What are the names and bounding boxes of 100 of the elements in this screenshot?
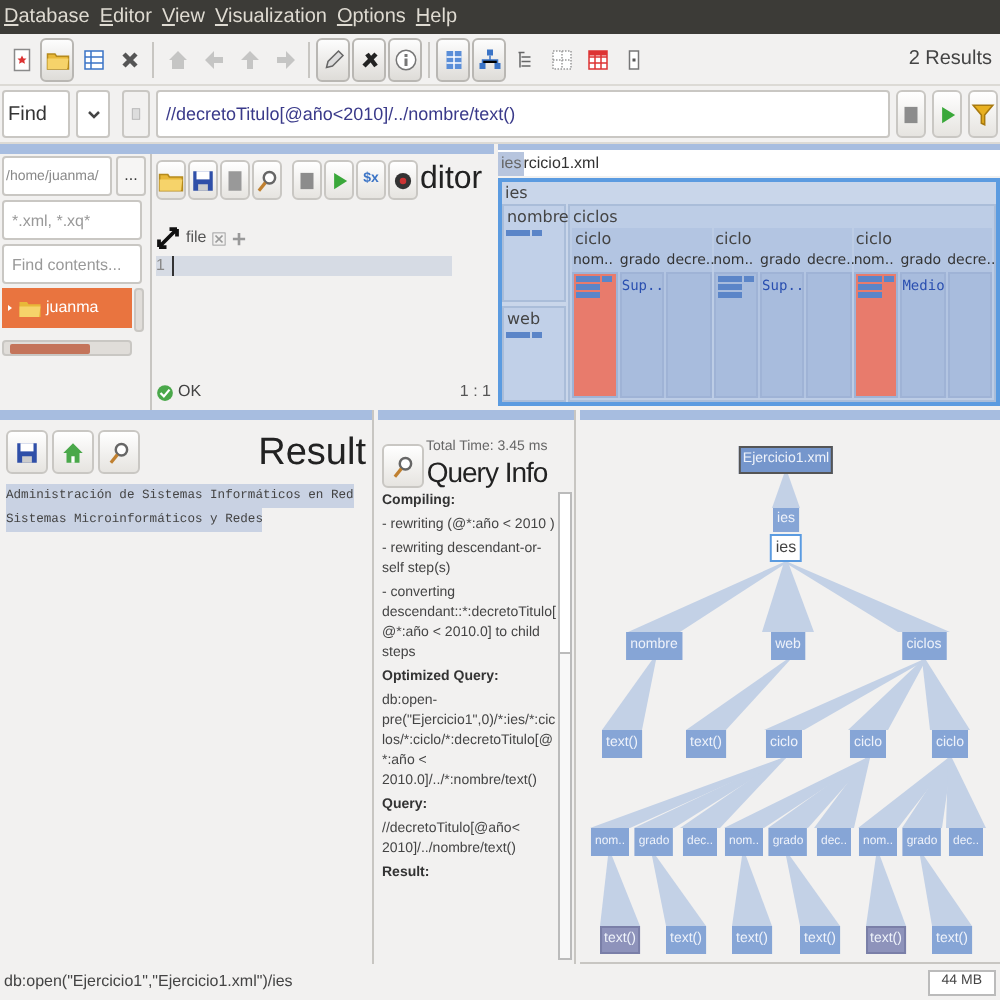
search-icon — [254, 167, 280, 193]
tree-edge — [732, 856, 772, 926]
text-preview-drawing — [576, 276, 614, 298]
node-label: ciclo — [572, 228, 614, 250]
tooltip: ies — [769, 534, 803, 562]
tree-edge — [602, 660, 656, 730]
tree-edge — [920, 856, 972, 926]
results-count: 2 Results — [908, 46, 994, 74]
menu-item[interactable]: Database — [4, 2, 90, 32]
status-text: OK — [178, 380, 202, 404]
search-icon — [390, 453, 416, 479]
caret-right-icon — [6, 302, 14, 314]
tooltip: ies — [498, 151, 524, 175]
toolbar-button[interactable] — [472, 37, 506, 81]
node-label: ciclos — [570, 206, 620, 228]
history-button[interactable] — [122, 90, 150, 138]
grid-icon — [81, 47, 105, 71]
browse-button[interactable]: ... — [116, 156, 146, 196]
menu-item[interactable]: Editor — [99, 2, 152, 32]
cursor-position: 1 : 1 — [459, 380, 491, 404]
home-icon — [60, 439, 86, 465]
list-icon — [513, 47, 537, 71]
up-arrow-icon — [237, 47, 261, 71]
floppy-icon — [190, 167, 216, 193]
arrows-icon — [156, 226, 180, 250]
folder-icon — [45, 47, 69, 71]
floppy-icon — [14, 439, 40, 465]
node-label: ciclo — [713, 228, 754, 250]
node-label: nombre — [504, 206, 565, 228]
panel-grip[interactable] — [498, 144, 1000, 150]
panel-grip[interactable] — [0, 144, 495, 154]
panel-title: ditor — [420, 164, 483, 196]
tree-edge — [786, 856, 840, 926]
plus-icon — [232, 231, 247, 245]
square-icon — [130, 104, 142, 124]
tool-icon — [357, 47, 381, 71]
pencil-icon — [321, 47, 345, 71]
left-arrow-icon — [201, 47, 225, 71]
map-cell[interactable] — [666, 272, 712, 398]
map-cell[interactable] — [572, 272, 618, 398]
node-label: ciclo — [853, 228, 894, 250]
run-button[interactable] — [932, 90, 962, 138]
vertical-scrollbar[interactable] — [558, 492, 572, 960]
panel-grip[interactable] — [0, 410, 372, 420]
map-title: rcicio1.xml — [523, 151, 599, 175]
save-button[interactable] — [6, 430, 48, 474]
menu-item[interactable]: Options — [336, 2, 406, 32]
text-preview-drawing — [717, 276, 755, 298]
panel-grip[interactable] — [580, 410, 1000, 420]
tree-edge — [652, 856, 706, 926]
line-number: 1 — [156, 256, 172, 276]
map-cell[interactable] — [947, 272, 992, 398]
home-icon — [165, 47, 189, 71]
filter-field[interactable]: *.xml, *.xq* — [2, 200, 142, 240]
tree-edge — [772, 474, 800, 508]
menu-item[interactable]: View — [161, 2, 205, 32]
right-arrow-icon — [273, 47, 297, 71]
run-button[interactable] — [324, 160, 354, 200]
tree-icon — [477, 47, 501, 71]
map-cell[interactable] — [853, 272, 899, 398]
close-icon — [212, 231, 227, 245]
scrollbar-thumb[interactable] — [10, 343, 90, 353]
file-tab[interactable]: file — [186, 226, 207, 250]
scrollbar-thumb[interactable] — [560, 494, 570, 654]
query-field[interactable]: //decretoTitulo[@año<2010]/../nombre/text() — [156, 90, 890, 138]
folder-label: juanma — [46, 296, 99, 320]
folder-icon — [18, 296, 42, 320]
search-field[interactable]: Find contents... — [2, 244, 142, 284]
text-preview-drawing — [506, 331, 543, 337]
vertical-scrollbar[interactable] — [134, 288, 144, 332]
horizontal-scrollbar[interactable] — [2, 340, 132, 356]
mode-dropdown[interactable]: Find — [2, 90, 70, 138]
map-node[interactable]: nombre — [502, 204, 567, 301]
map-cell[interactable] — [806, 272, 852, 398]
close-icon — [117, 47, 141, 71]
stop-button[interactable] — [896, 90, 926, 138]
table-icon — [585, 47, 609, 71]
map-node[interactable]: web — [502, 305, 567, 402]
new-document-icon — [9, 47, 33, 71]
stop-button[interactable] — [292, 160, 322, 200]
dropdown-button[interactable] — [76, 90, 110, 138]
search-button[interactable] — [382, 444, 424, 488]
settings-button[interactable] — [388, 160, 418, 200]
toolbar-button[interactable] — [352, 37, 386, 81]
check-icon — [156, 383, 174, 401]
search-button[interactable] — [252, 160, 282, 200]
tree-edge — [600, 856, 640, 926]
tree-edge — [866, 856, 906, 926]
save-button[interactable] — [188, 160, 218, 200]
node-label: ies — [502, 182, 530, 204]
filter-button[interactable] — [968, 90, 998, 138]
menu-item[interactable]: Visualization — [214, 2, 327, 32]
search-button[interactable] — [98, 430, 140, 474]
folder-item[interactable]: juanma — [2, 288, 132, 328]
open-button[interactable] — [156, 160, 186, 200]
map-cell[interactable] — [713, 272, 759, 398]
grid-icon — [441, 47, 465, 71]
table-icon — [549, 47, 573, 71]
panel-grip[interactable] — [378, 410, 574, 420]
menu-item[interactable]: Help — [415, 2, 458, 32]
